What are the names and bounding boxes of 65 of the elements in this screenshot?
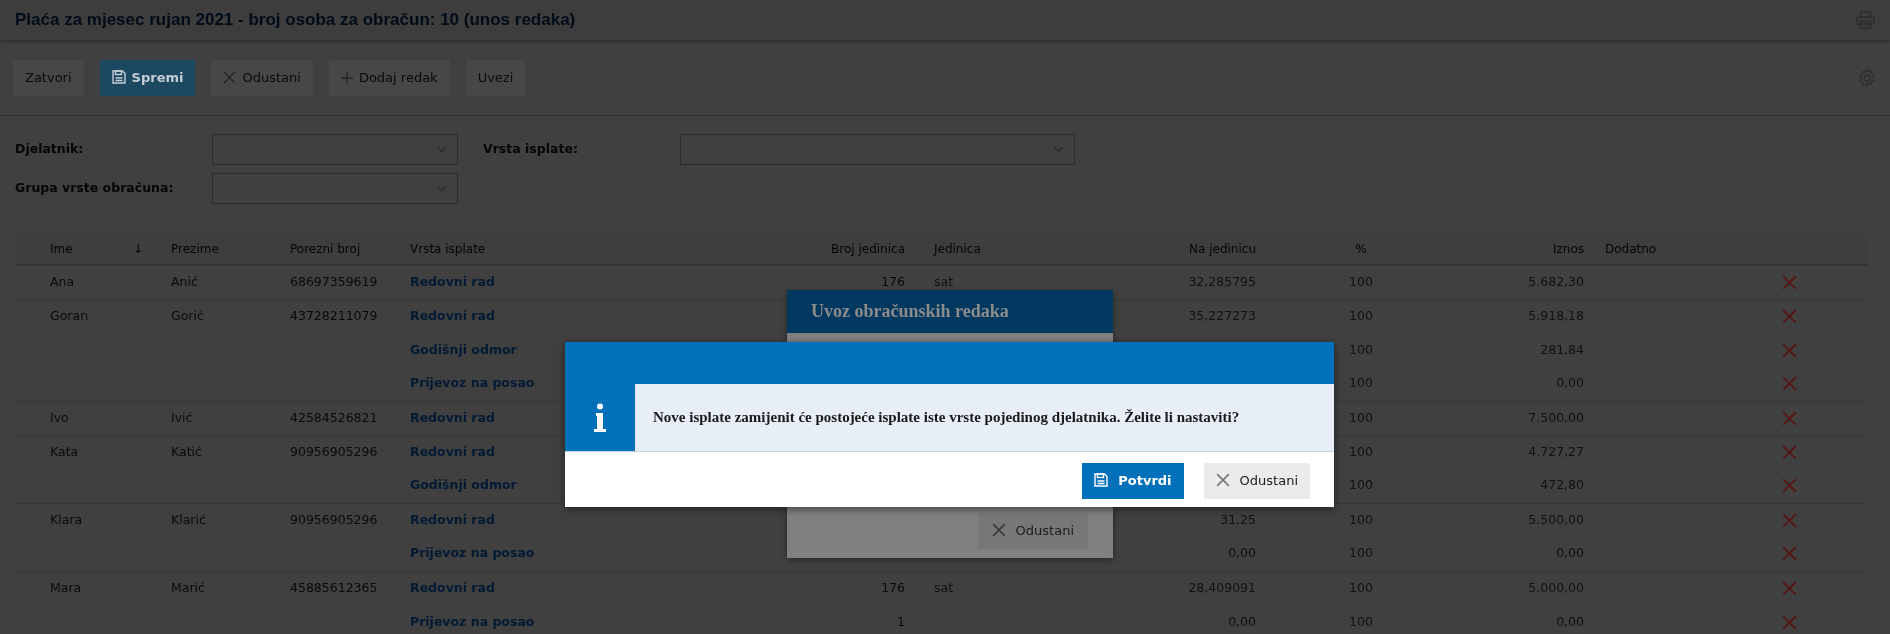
plus-icon xyxy=(340,71,353,84)
delete-button[interactable] xyxy=(1782,546,1797,562)
delete-button[interactable] xyxy=(1782,410,1797,426)
dialog-button[interactable]: Odustani xyxy=(977,513,1088,549)
dialog-message: Nove isplate zamijenit će postojeće isplate iste vrste pojedinog djelatnika. Želite li nastaviti? xyxy=(653,408,1240,428)
close-icon xyxy=(1782,410,1797,426)
sort-icon[interactable]: ↓ xyxy=(132,240,143,258)
column-header: Vrsta isplate xyxy=(410,242,486,256)
link[interactable]: Redovni rad xyxy=(410,443,495,459)
column-header: Iznos xyxy=(1552,242,1584,256)
column-header: Na jedinicu xyxy=(1189,242,1256,256)
close-icon xyxy=(1782,376,1797,392)
link[interactable]: Redovni rad xyxy=(410,511,495,527)
toolbar-button[interactable]: Zatvori xyxy=(13,59,84,96)
toolbar-button[interactable]: Odustani xyxy=(211,59,313,96)
column-header: Porezni broj xyxy=(290,242,361,256)
close-icon xyxy=(1782,546,1797,562)
field-label: Djelatnik: xyxy=(15,141,84,157)
column-header: Jedinica xyxy=(934,242,981,256)
column-header: Ime xyxy=(50,241,73,258)
toolbar-button[interactable]: Dodaj redak xyxy=(328,59,450,96)
close-icon xyxy=(1782,342,1797,358)
dialog-button[interactable]: Potvrdi xyxy=(1082,463,1184,499)
link[interactable]: Prijevoz na posao xyxy=(410,375,535,391)
link[interactable]: Prijevoz na posao xyxy=(410,613,535,629)
close-icon xyxy=(1782,308,1797,324)
close-icon xyxy=(1782,614,1797,630)
delete-button[interactable] xyxy=(1782,580,1797,596)
close-icon xyxy=(223,70,237,84)
close-icon xyxy=(1782,274,1797,290)
link[interactable]: Godišnji odmor xyxy=(410,341,517,357)
close-icon xyxy=(1782,444,1797,460)
delete-button[interactable] xyxy=(1782,274,1797,290)
save-icon xyxy=(1094,473,1109,488)
toolbar-button[interactable]: Spremi xyxy=(99,59,196,96)
close-icon xyxy=(1215,473,1230,488)
delete-button[interactable] xyxy=(1782,512,1797,528)
column-header: % xyxy=(1355,242,1367,256)
delete-button[interactable] xyxy=(1782,444,1797,460)
delete-button[interactable] xyxy=(1782,614,1797,630)
column-header: Dodatno xyxy=(1605,242,1657,256)
info-icon xyxy=(593,402,607,433)
link[interactable]: Redovni rad xyxy=(410,273,495,289)
column-header: Prezime xyxy=(171,242,219,256)
save-icon xyxy=(111,69,126,84)
delete-button[interactable] xyxy=(1782,342,1797,358)
toolbar-button[interactable]: Uvezi xyxy=(465,59,526,96)
link[interactable]: Godišnji odmor xyxy=(410,477,517,493)
field-label: Grupa vrste obračuna: xyxy=(15,180,174,196)
delete-button[interactable] xyxy=(1782,376,1797,392)
dialog-button[interactable]: Odustani xyxy=(1203,463,1310,499)
link[interactable]: Prijevoz na posao xyxy=(410,545,535,561)
page-title: Plaća za mjesec rujan 2021 - broj osoba za obračun: 10 (unos redaka) xyxy=(15,9,576,31)
close-icon xyxy=(1782,478,1797,494)
column-header: Broj jedinica xyxy=(831,242,905,256)
dialog-title: Uvoz obračunskih redaka xyxy=(811,300,1009,323)
field-label: Vrsta isplate: xyxy=(483,141,578,157)
link[interactable]: Redovni rad xyxy=(410,307,495,323)
link[interactable]: Redovni rad xyxy=(410,409,495,425)
close-icon xyxy=(1782,512,1797,528)
close-icon xyxy=(1782,580,1797,596)
link[interactable]: Redovni rad xyxy=(410,579,495,595)
delete-button[interactable] xyxy=(1782,478,1797,494)
close-icon xyxy=(991,523,1006,538)
delete-button[interactable] xyxy=(1782,308,1797,324)
